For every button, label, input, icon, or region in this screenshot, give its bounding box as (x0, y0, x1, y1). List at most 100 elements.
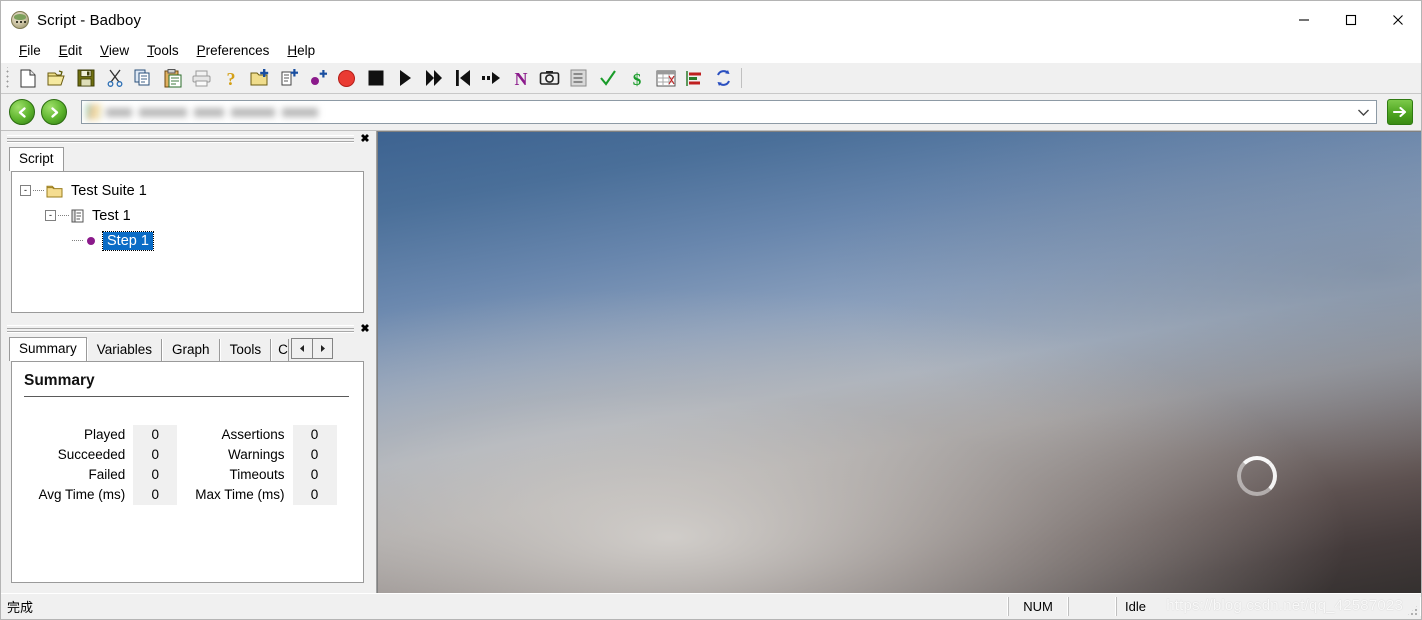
close-button[interactable] (1374, 1, 1421, 39)
stat-label-max-time: Max Time (ms) (195, 487, 285, 502)
tree-connector (72, 240, 83, 241)
script-panel-drag-rail[interactable] (7, 134, 354, 143)
summary-panel-close-button[interactable]: ✖ (358, 322, 372, 335)
badboy-app-icon (11, 11, 29, 29)
tree-label-test-1: Test 1 (92, 207, 131, 224)
status-num-lock: NUM (1008, 597, 1068, 616)
chart-icon[interactable] (680, 64, 709, 92)
tree-node-test-suite-1[interactable]: - Test Suite 1 (20, 178, 363, 203)
tab-summary[interactable]: Summary (9, 337, 87, 361)
stat-value-avg-time: 0 (133, 485, 178, 505)
menu-item-tools[interactable]: Tools (138, 41, 188, 60)
summary-panel-drag-rail[interactable] (7, 324, 354, 333)
tree-node-step-1[interactable]: Step 1 (20, 228, 363, 253)
add-suite-folder-icon[interactable] (245, 64, 274, 92)
minimize-button[interactable] (1280, 1, 1327, 39)
copy-icon[interactable] (129, 64, 158, 92)
refresh-icon[interactable] (709, 64, 738, 92)
script-panel-close-button[interactable]: ✖ (358, 132, 372, 145)
assertion-check-icon[interactable] (593, 64, 622, 92)
menu-item-view[interactable]: View (91, 41, 138, 60)
back-arrow-icon[interactable] (9, 99, 35, 125)
play-icon[interactable] (390, 64, 419, 92)
tab-variables[interactable]: Variables (86, 339, 163, 361)
scroll-left-icon[interactable] (291, 337, 313, 359)
window-controls (1280, 1, 1421, 39)
scroll-right-icon[interactable] (312, 337, 334, 359)
menu-item-preferences[interactable]: Preferences (188, 41, 279, 60)
menu-item-help[interactable]: Help (278, 41, 324, 60)
save-disk-icon[interactable] (71, 64, 100, 92)
menu-label-help-rest: elp (297, 43, 316, 58)
main-toolbar: ? N $ (1, 62, 1421, 94)
summary-heading: Summary (24, 372, 95, 389)
add-step-icon[interactable] (303, 64, 332, 92)
summary-right-values: 0 0 0 0 (292, 425, 337, 505)
toolbar-grip[interactable] (5, 67, 10, 89)
step-over-icon[interactable] (477, 64, 506, 92)
tab-script[interactable]: Script (9, 147, 64, 171)
title-bar: Script - Badboy (1, 1, 1421, 39)
svg-text:N: N (514, 69, 527, 88)
tab-c-truncated[interactable]: C (271, 339, 290, 361)
summary-content-panel: Summary Played Succeeded Failed Avg Time… (11, 361, 364, 583)
expander-test-1[interactable]: - (45, 210, 56, 221)
embedded-browser-pane[interactable] (377, 131, 1421, 593)
go-arrow-icon[interactable] (1387, 99, 1413, 125)
address-bar (1, 94, 1421, 131)
address-input[interactable] (81, 100, 1377, 124)
summary-panel-header: ✖ (1, 321, 376, 335)
tree-node-test-1[interactable]: - Test 1 (20, 203, 363, 228)
summary-stats-right-column: Assertions Warnings Timeouts Max Time (m… (195, 425, 337, 505)
expander-test-suite-1[interactable]: - (20, 185, 31, 196)
loading-spinner-icon (1237, 456, 1277, 496)
stat-value-succeeded: 0 (133, 445, 178, 465)
stat-label-timeouts: Timeouts (229, 467, 285, 482)
redacted-segment (231, 107, 275, 117)
stat-label-succeeded: Succeeded (57, 447, 126, 462)
paste-clipboard-icon[interactable] (158, 64, 187, 92)
test-document-icon (71, 209, 84, 223)
play-all-icon[interactable] (419, 64, 448, 92)
menu-item-file[interactable]: File (10, 41, 50, 60)
rewind-icon[interactable] (448, 64, 477, 92)
camera-snapshot-icon[interactable] (535, 64, 564, 92)
window-title: Script - Badboy (37, 11, 142, 29)
menu-item-edit[interactable]: Edit (50, 41, 91, 60)
report-icon[interactable] (564, 64, 593, 92)
record-icon[interactable] (332, 64, 361, 92)
stat-value-played: 0 (133, 425, 178, 445)
open-folder-icon[interactable] (42, 64, 71, 92)
stop-icon[interactable] (361, 64, 390, 92)
stat-value-max-time: 0 (292, 485, 337, 505)
summary-left-labels: Played Succeeded Failed Avg Time (ms) (38, 425, 133, 505)
tab-graph[interactable]: Graph (162, 339, 220, 361)
grid-icon[interactable] (651, 64, 680, 92)
navigator-n-icon[interactable]: N (506, 64, 535, 92)
status-message: 完成 (1, 597, 1008, 616)
redacted-segment (106, 107, 132, 117)
tab-tools[interactable]: Tools (219, 339, 272, 361)
maximize-button[interactable] (1327, 1, 1374, 39)
cut-scissors-icon[interactable] (100, 64, 129, 92)
status-bar: 完成 NUM Idle https://blog.csdn.net/qq_425… (1, 593, 1421, 619)
tree-connector (58, 215, 69, 216)
script-panel-header: ✖ (1, 131, 376, 145)
step-bullet-icon (85, 235, 97, 247)
menu-label-preferences-rest: references (205, 43, 270, 58)
print-icon[interactable] (187, 64, 216, 92)
toolbar-separator (741, 68, 742, 88)
address-redacted-content (84, 101, 320, 123)
add-test-icon[interactable] (274, 64, 303, 92)
menu-label-tools-rest: ools (153, 43, 179, 58)
forward-arrow-icon[interactable] (41, 99, 67, 125)
stat-value-timeouts: 0 (292, 465, 337, 485)
spinner-ring (1237, 456, 1277, 496)
new-file-icon[interactable] (13, 64, 42, 92)
menu-bar: File Edit View Tools Preferences Help (1, 39, 1421, 62)
script-tree-panel[interactable]: - Test Suite 1 - Test 1 Step 1 (11, 171, 364, 313)
help-question-icon[interactable]: ? (216, 64, 245, 92)
variable-dollar-icon[interactable]: $ (622, 64, 651, 92)
chevron-down-icon[interactable] (1357, 101, 1370, 123)
stat-value-failed: 0 (133, 465, 178, 485)
